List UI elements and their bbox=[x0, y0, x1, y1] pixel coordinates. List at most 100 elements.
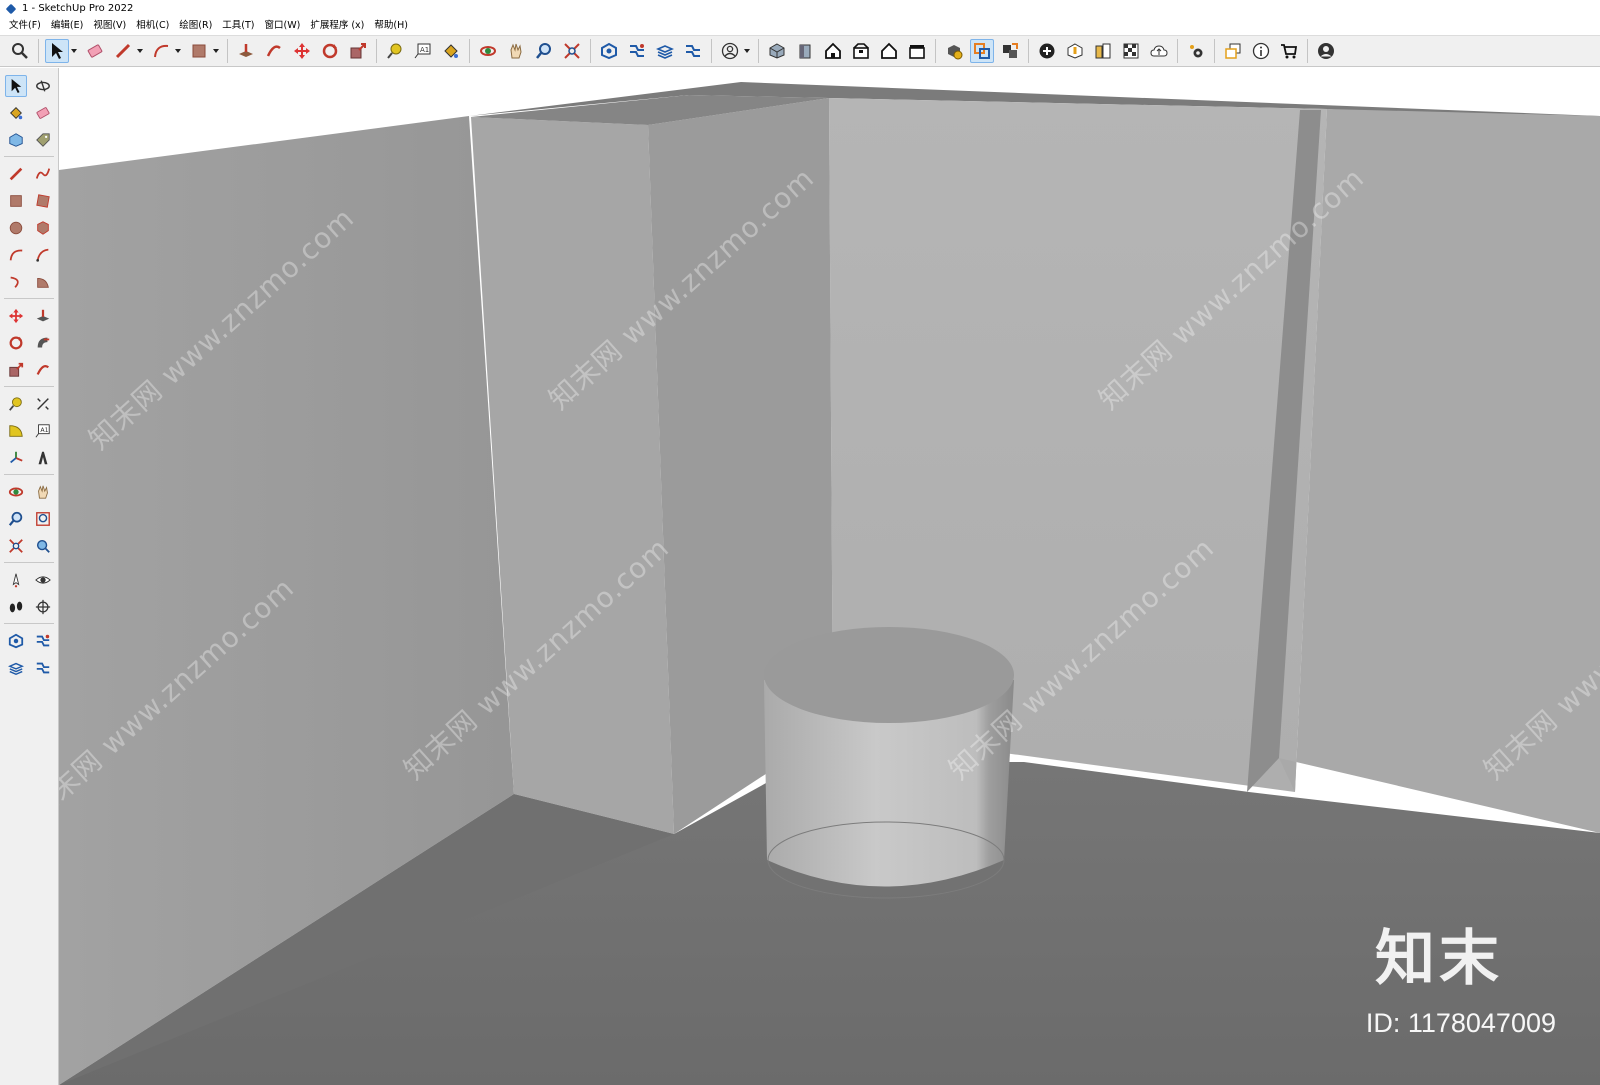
scale-icon[interactable] bbox=[346, 39, 370, 63]
arc-icon[interactable] bbox=[149, 39, 181, 63]
profile-icon[interactable] bbox=[1314, 39, 1338, 63]
solid-inspector-icon[interactable] bbox=[942, 39, 966, 63]
rotated-rectangle-icon[interactable] bbox=[32, 190, 54, 212]
component-icon[interactable] bbox=[5, 129, 27, 151]
orbit-icon[interactable] bbox=[476, 39, 500, 63]
sketchup-logo-icon bbox=[5, 3, 17, 14]
zoom-window-icon[interactable] bbox=[32, 508, 54, 530]
menu-tools[interactable]: 工具(T) bbox=[217, 17, 259, 35]
add-location-icon[interactable] bbox=[1035, 39, 1059, 63]
left-view-icon[interactable] bbox=[905, 39, 929, 63]
xray-icon[interactable] bbox=[1119, 39, 1143, 63]
extension-manager-icon[interactable] bbox=[1184, 39, 1208, 63]
text-icon[interactable]: A1 bbox=[411, 39, 435, 63]
axes-icon[interactable] bbox=[5, 447, 27, 469]
intersect-icon[interactable] bbox=[998, 39, 1022, 63]
rectangle-icon[interactable] bbox=[187, 39, 219, 63]
extension-warehouse-icon[interactable] bbox=[625, 39, 649, 63]
rectangle-icon[interactable] bbox=[5, 190, 27, 212]
previous-view-icon[interactable] bbox=[32, 535, 54, 557]
layout-icon[interactable] bbox=[5, 657, 27, 679]
tape-measure-icon[interactable] bbox=[5, 393, 27, 415]
paint-bucket-icon[interactable] bbox=[439, 39, 463, 63]
rotate-icon[interactable] bbox=[5, 332, 27, 354]
section-icon[interactable] bbox=[1221, 39, 1245, 63]
top-view-icon[interactable] bbox=[821, 39, 845, 63]
menu-draw[interactable]: 绘图(R) bbox=[174, 17, 217, 35]
sandbox-icon[interactable] bbox=[1063, 39, 1087, 63]
right-view-icon[interactable] bbox=[849, 39, 873, 63]
menu-extensions[interactable]: 扩展程序 (x) bbox=[305, 17, 369, 35]
menu-file[interactable]: 文件(F) bbox=[4, 17, 46, 35]
position-camera-icon[interactable] bbox=[5, 569, 27, 591]
tag-icon[interactable] bbox=[32, 129, 54, 151]
image-id-label: ID: 1178047009 bbox=[1365, 1008, 1556, 1038]
section-plane-icon[interactable] bbox=[32, 596, 54, 618]
eraser-icon[interactable] bbox=[83, 39, 107, 63]
pie-icon[interactable] bbox=[32, 271, 54, 293]
select-icon[interactable] bbox=[4, 74, 27, 97]
zoom-icon[interactable] bbox=[5, 508, 27, 530]
brand-watermark: 知末 bbox=[1375, 924, 1503, 994]
account-icon[interactable] bbox=[718, 39, 750, 63]
zoom-window-icon[interactable] bbox=[8, 39, 32, 63]
styles-icon[interactable] bbox=[681, 39, 705, 63]
protractor-icon[interactable] bbox=[5, 420, 27, 442]
extension-warehouse-icon[interactable] bbox=[32, 630, 54, 652]
text-icon[interactable]: A1 bbox=[32, 420, 54, 442]
menu-help[interactable]: 帮助(H) bbox=[369, 17, 413, 35]
select-icon[interactable] bbox=[45, 39, 77, 63]
move-icon[interactable] bbox=[5, 305, 27, 327]
walk-icon[interactable] bbox=[5, 596, 27, 618]
zoom-icon[interactable] bbox=[532, 39, 556, 63]
svg-text:A1: A1 bbox=[420, 46, 429, 54]
offset-icon[interactable] bbox=[262, 39, 286, 63]
toolbar-separator bbox=[1307, 39, 1308, 63]
menu-view[interactable]: 视图(V) bbox=[88, 17, 131, 35]
freehand-icon[interactable] bbox=[32, 163, 54, 185]
toolbar-separator bbox=[227, 39, 228, 63]
outer-shell-icon[interactable] bbox=[970, 39, 994, 63]
menu-window[interactable]: 窗口(W) bbox=[260, 17, 306, 35]
orbit-icon[interactable] bbox=[5, 481, 27, 503]
push-pull-icon[interactable] bbox=[32, 305, 54, 327]
look-around-icon[interactable] bbox=[32, 569, 54, 591]
scale-icon[interactable] bbox=[5, 359, 27, 381]
push-pull-icon[interactable] bbox=[234, 39, 258, 63]
dimension-icon[interactable] bbox=[32, 393, 54, 415]
rotate-icon[interactable] bbox=[318, 39, 342, 63]
orbit-icon[interactable] bbox=[32, 75, 54, 97]
menu-camera[interactable]: 相机(C) bbox=[131, 17, 174, 35]
info-icon[interactable] bbox=[1249, 39, 1273, 63]
offset-icon[interactable] bbox=[32, 359, 54, 381]
pan-icon[interactable] bbox=[32, 481, 54, 503]
two-point-arc-icon[interactable] bbox=[32, 244, 54, 266]
front-view-icon[interactable] bbox=[793, 39, 817, 63]
line-icon[interactable] bbox=[5, 163, 27, 185]
arc-icon[interactable] bbox=[5, 244, 27, 266]
circle-icon[interactable] bbox=[5, 217, 27, 239]
cloud-icon[interactable] bbox=[1147, 39, 1171, 63]
follow-me-icon[interactable] bbox=[32, 332, 54, 354]
model-viewport[interactable]: 知末网 www.znzmo.com 知末网 www.znzmo.com 知末网 … bbox=[59, 68, 1600, 1085]
cart-icon[interactable] bbox=[1277, 39, 1301, 63]
zoom-extents-icon[interactable] bbox=[560, 39, 584, 63]
layout-icon[interactable] bbox=[653, 39, 677, 63]
tape-measure-icon[interactable] bbox=[383, 39, 407, 63]
move-icon[interactable] bbox=[290, 39, 314, 63]
shadow-icon[interactable] bbox=[1091, 39, 1115, 63]
paint-bucket-icon[interactable] bbox=[5, 102, 27, 124]
pencil-line-icon[interactable] bbox=[111, 39, 143, 63]
iso-view-icon[interactable] bbox=[765, 39, 789, 63]
warehouse-icon[interactable] bbox=[5, 630, 27, 652]
warehouse-icon[interactable] bbox=[597, 39, 621, 63]
three-point-arc-icon[interactable] bbox=[5, 271, 27, 293]
back-view-icon[interactable] bbox=[877, 39, 901, 63]
eraser-icon[interactable] bbox=[32, 102, 54, 124]
zoom-extents-icon[interactable] bbox=[5, 535, 27, 557]
3d-text-icon[interactable] bbox=[32, 447, 54, 469]
extension-manager-icon[interactable] bbox=[32, 657, 54, 679]
menu-edit[interactable]: 编辑(E) bbox=[46, 17, 88, 35]
polygon-icon[interactable] bbox=[32, 217, 54, 239]
pan-icon[interactable] bbox=[504, 39, 528, 63]
